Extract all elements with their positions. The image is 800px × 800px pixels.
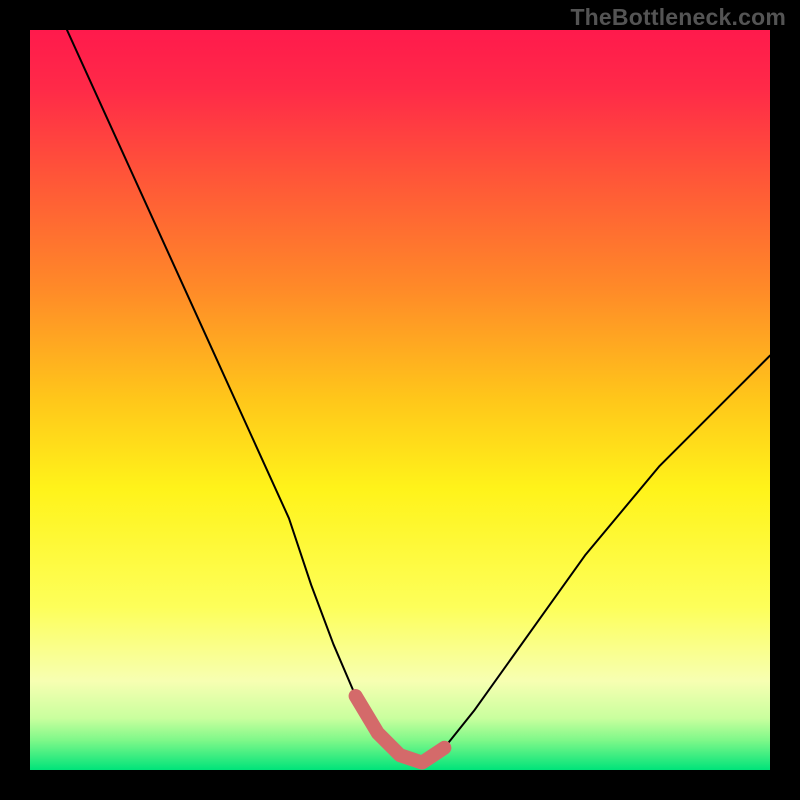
gradient-rect [30, 30, 770, 770]
plot-area [30, 30, 770, 770]
watermark-text: TheBottleneck.com [570, 4, 786, 31]
chart-stage: TheBottleneck.com [0, 0, 800, 800]
plot-svg [30, 30, 770, 770]
